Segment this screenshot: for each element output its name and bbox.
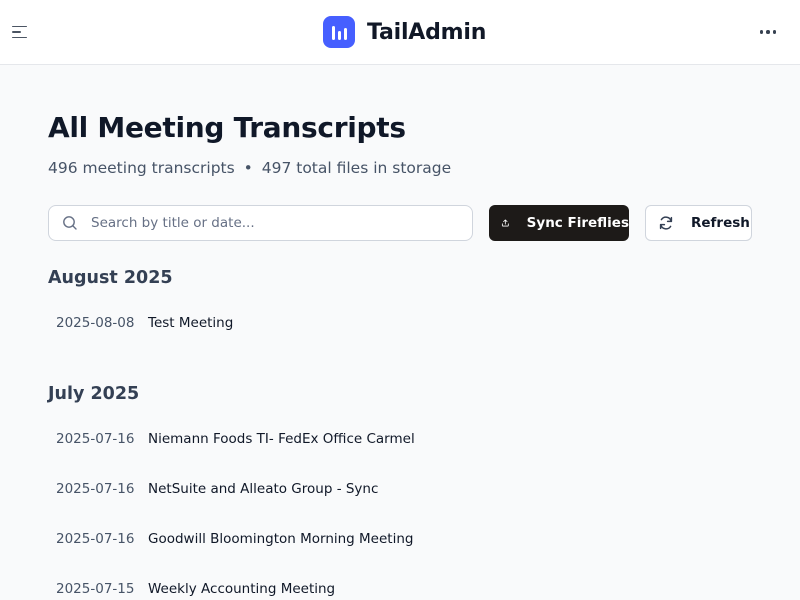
list-item[interactable]: 2025-07-15 Weekly Accounting Meeting <box>56 581 335 597</box>
sync-fireflies-button[interactable]: Sync Fireflies <box>489 205 629 241</box>
logo-bars-icon <box>323 16 355 48</box>
list-item[interactable]: 2025-08-08 Test Meeting <box>56 315 233 331</box>
search-input[interactable] <box>91 215 451 231</box>
meeting-date: 2025-08-08 <box>56 315 135 331</box>
list-item[interactable]: 2025-07-16 NetSuite and Alleato Group - … <box>56 481 378 497</box>
meeting-title: Weekly Accounting Meeting <box>148 581 336 597</box>
meeting-date: 2025-07-16 <box>56 431 135 447</box>
sync-fireflies-label: Sync Fireflies <box>526 215 629 231</box>
list-item[interactable]: 2025-07-16 Goodwill Bloomington Morning … <box>56 531 413 547</box>
search-icon <box>63 216 77 230</box>
meeting-date: 2025-07-16 <box>56 481 135 497</box>
search-box[interactable] <box>48 205 473 241</box>
upload-icon <box>501 219 509 227</box>
sidebar-toggle-icon[interactable] <box>8 20 32 44</box>
brand-logo[interactable]: TailAdmin <box>323 16 486 48</box>
refresh-icon <box>659 216 673 230</box>
meeting-title: Test Meeting <box>148 315 234 331</box>
refresh-label: Refresh <box>691 215 750 231</box>
meeting-title: NetSuite and Alleato Group - Sync <box>148 481 379 497</box>
refresh-button[interactable]: Refresh <box>645 205 752 241</box>
stats-separator: • <box>243 159 253 177</box>
more-options-icon[interactable] <box>758 22 778 42</box>
month-heading-august-2025: August 2025 <box>48 268 173 288</box>
top-bar: TailAdmin <box>0 0 800 65</box>
file-count: 497 total files in storage <box>261 159 452 177</box>
list-item[interactable]: 2025-07-16 Niemann Foods TI- FedEx Offic… <box>56 431 415 447</box>
meeting-title: Goodwill Bloomington Morning Meeting <box>148 531 414 547</box>
meeting-title: Niemann Foods TI- FedEx Office Carmel <box>148 431 415 447</box>
transcript-count: 496 meeting transcripts <box>48 159 235 177</box>
month-heading-july-2025: July 2025 <box>48 384 140 404</box>
page-stats: 496 meeting transcripts • 497 total file… <box>48 159 451 177</box>
meeting-date: 2025-07-16 <box>56 531 135 547</box>
meeting-date: 2025-07-15 <box>56 581 135 597</box>
page-title: All Meeting Transcripts <box>48 111 406 144</box>
brand-name: TailAdmin <box>367 19 487 45</box>
